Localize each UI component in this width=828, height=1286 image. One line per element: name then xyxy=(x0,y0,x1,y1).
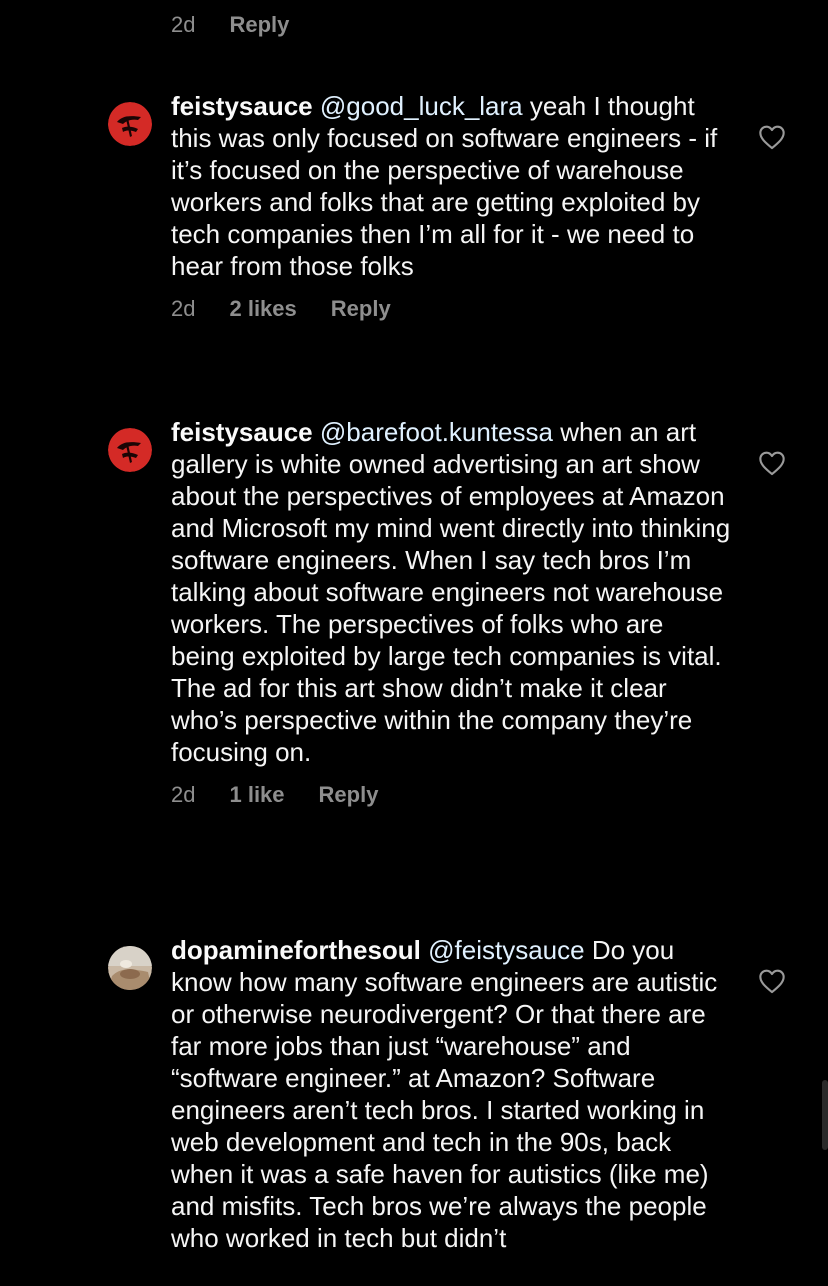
reply-button[interactable]: Reply xyxy=(319,782,379,808)
avatar[interactable] xyxy=(108,428,152,472)
heart-icon[interactable] xyxy=(758,124,786,150)
comment-text: dopamineforthesoul @feistysauce Do you k… xyxy=(171,934,731,1254)
heart-icon[interactable] xyxy=(758,968,786,994)
bottom-edge xyxy=(0,1276,828,1286)
comment-time: 2d xyxy=(171,296,196,321)
avatar[interactable] xyxy=(108,946,152,990)
username[interactable]: feistysauce xyxy=(171,91,313,121)
top-comment-meta: 2d Reply xyxy=(171,12,289,38)
username[interactable]: feistysauce xyxy=(171,417,313,447)
comment-meta: 2d 1 like Reply xyxy=(171,782,731,808)
mention-link[interactable]: @feistysauce xyxy=(428,935,584,965)
likes-count[interactable]: 1 like xyxy=(229,782,284,808)
red-figure-avatar-icon xyxy=(108,428,152,472)
comment-body: dopamineforthesoul @feistysauce Do you k… xyxy=(171,934,731,1254)
mention-link[interactable]: @good_luck_lara xyxy=(320,91,523,121)
mention-link[interactable]: @barefoot.kuntessa xyxy=(320,417,553,447)
reply-button[interactable]: Reply xyxy=(331,296,391,322)
scrollbar[interactable] xyxy=(822,1080,828,1150)
comment-body: feistysauce @good_luck_lara yeah I thoug… xyxy=(171,90,731,322)
comment-content: when an art gallery is white owned adver… xyxy=(171,417,731,767)
comment-body: feistysauce @barefoot.kuntessa when an a… xyxy=(171,416,731,808)
comment-meta: 2d 2 likes Reply xyxy=(171,296,731,322)
reply-button[interactable]: Reply xyxy=(229,12,289,38)
likes-count[interactable]: 2 likes xyxy=(229,296,296,322)
red-figure-avatar-icon xyxy=(108,102,152,146)
username[interactable]: dopamineforthesoul xyxy=(171,935,421,965)
comment-text: feistysauce @good_luck_lara yeah I thoug… xyxy=(171,90,731,282)
avatar[interactable] xyxy=(108,102,152,146)
comment-time: 2d xyxy=(171,12,196,37)
photo-avatar-icon xyxy=(108,946,152,990)
comment-text: feistysauce @barefoot.kuntessa when an a… xyxy=(171,416,731,768)
comment-content: Do you know how many software engineers … xyxy=(171,935,718,1253)
comment-time: 2d xyxy=(171,782,196,807)
heart-icon[interactable] xyxy=(758,450,786,476)
